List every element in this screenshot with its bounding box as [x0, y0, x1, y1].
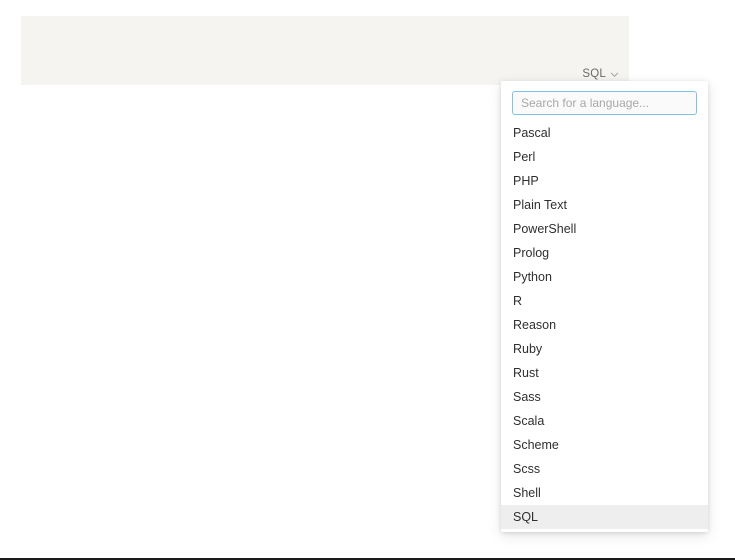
language-dropdown-panel: PascalPerlPHPPlain TextPowerShellPrologP… [501, 81, 708, 532]
language-list-item[interactable]: Rust [501, 361, 708, 385]
language-list-item[interactable]: Prolog [501, 241, 708, 265]
language-list-item[interactable]: Python [501, 265, 708, 289]
language-selector-button[interactable]: SQL [580, 66, 621, 82]
language-list-item[interactable]: Sass [501, 385, 708, 409]
language-search-input[interactable] [512, 91, 697, 115]
language-list-item[interactable]: Plain Text [501, 193, 708, 217]
language-list-item[interactable]: Scheme [501, 433, 708, 457]
language-list-item[interactable]: Scss [501, 457, 708, 481]
language-list-item[interactable]: Pascal [501, 121, 708, 145]
chevron-down-icon [610, 70, 619, 79]
language-list-item[interactable]: SQL [501, 505, 708, 529]
language-list[interactable]: Pascal Perl PHP Plain Text PowerShell Prolog P… [501, 121, 708, 532]
language-list-item[interactable]: R [501, 289, 708, 313]
language-list-item[interactable]: Perl [501, 145, 708, 169]
language-selector-label: SQL [582, 68, 606, 80]
code-editor-panel[interactable]: SQL [21, 16, 629, 85]
language-list-item[interactable]: Shell [501, 481, 708, 505]
language-list-item[interactable]: Reason [501, 313, 708, 337]
language-list-item[interactable]: Scala [501, 409, 708, 433]
language-list-item[interactable]: PowerShell [501, 217, 708, 241]
language-search-row [501, 81, 708, 121]
language-list-item[interactable]: Ruby [501, 337, 708, 361]
language-list-item[interactable]: PHP [501, 169, 708, 193]
page-root: SQL PascalPerlPHPPlain TextPowerShellPro… [0, 0, 735, 560]
code-editor-content[interactable] [31, 24, 619, 63]
